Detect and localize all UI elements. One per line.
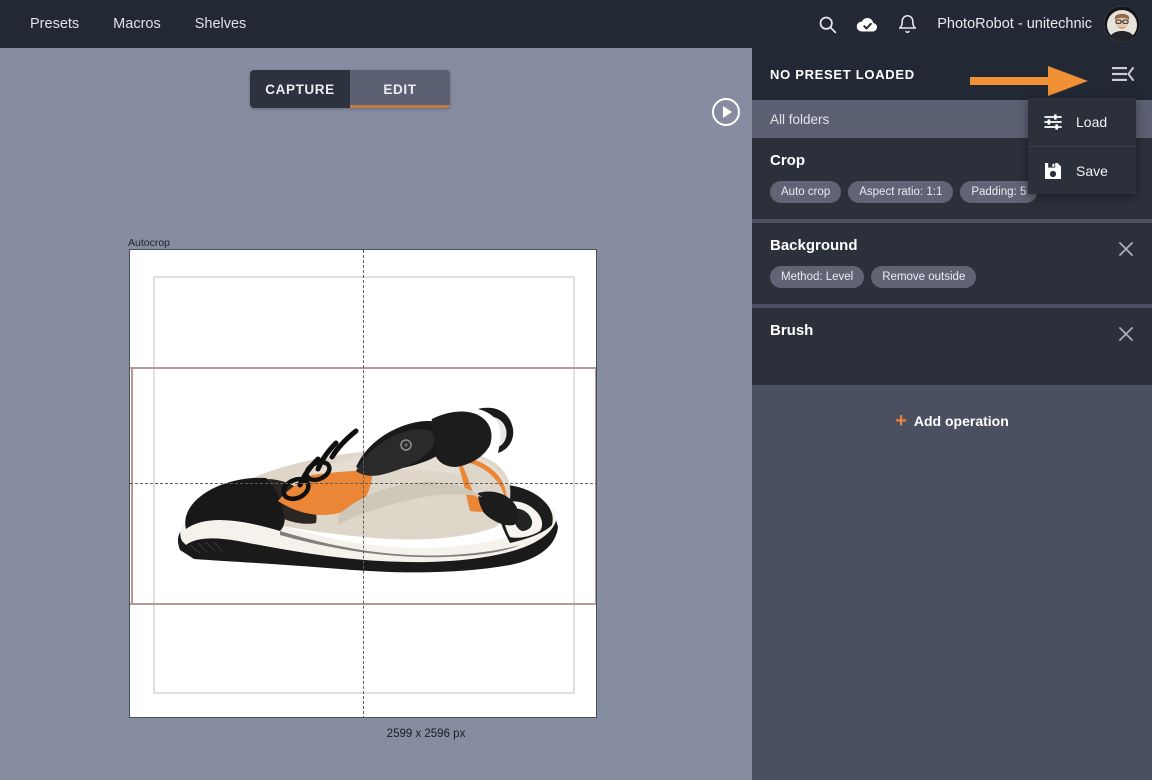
chip-remove-outside[interactable]: Remove outside: [871, 266, 976, 288]
menu-item-save[interactable]: Save: [1028, 146, 1136, 194]
plus-icon: +: [895, 411, 907, 431]
notifications-bell-icon[interactable]: [887, 4, 927, 44]
image-canvas: [130, 250, 596, 717]
chip-auto-crop[interactable]: Auto crop: [770, 181, 841, 203]
section-brush: Brush: [752, 308, 1152, 385]
top-bar-actions: PhotoRobot - unitechnic: [807, 0, 1140, 48]
add-operation-button[interactable]: + Add operation: [752, 389, 1152, 441]
nav-macros[interactable]: Macros: [101, 10, 173, 38]
image-dimensions-label: 2599 x 2596 px: [0, 728, 752, 740]
crop-boundary-top: [130, 367, 596, 369]
tab-capture[interactable]: CAPTURE: [250, 70, 350, 108]
tab-edit[interactable]: EDIT: [350, 70, 450, 108]
play-icon: [723, 106, 732, 118]
chip-padding[interactable]: Padding: 5: [960, 181, 1037, 203]
floppy-disk-save-icon: [1042, 160, 1064, 182]
section-background: Background Method: Level Remove outside: [752, 223, 1152, 304]
close-icon-brush[interactable]: [1116, 324, 1136, 344]
operations-panel: NO PRESET LOADED All folders Cr: [752, 48, 1152, 780]
cloud-check-icon[interactable]: [847, 4, 887, 44]
sneaker-product-photo: [160, 375, 570, 600]
account-name: PhotoRobot - unitechnic: [937, 16, 1092, 32]
add-operation-label: Add operation: [914, 413, 1009, 429]
canvas-area: CAPTURE EDIT Autocrop: [0, 48, 752, 780]
crop-boundary-left: [131, 367, 133, 605]
menu-item-save-label: Save: [1076, 163, 1108, 179]
chip-aspect-ratio[interactable]: Aspect ratio: 1:1: [848, 181, 953, 203]
preset-menu-dropdown: Load Save: [1028, 98, 1136, 194]
avatar[interactable]: [1104, 6, 1140, 42]
search-icon[interactable]: [807, 4, 847, 44]
play-button[interactable]: [712, 98, 740, 126]
app-root: Presets Macros Shelves: [0, 0, 1152, 780]
capture-edit-toggle: CAPTURE EDIT: [250, 70, 450, 108]
orange-pointer-arrow: [970, 64, 1090, 98]
panel-title: NO PRESET LOADED: [770, 67, 915, 82]
section-background-title: Background: [770, 237, 1134, 254]
image-dimensions-value: 2599 x 2596 px: [387, 728, 466, 740]
section-brush-title: Brush: [770, 322, 1134, 339]
nav-shelves[interactable]: Shelves: [183, 10, 259, 38]
menu-item-load-label: Load: [1076, 114, 1107, 130]
close-icon-background[interactable]: [1116, 239, 1136, 259]
top-navigation: Presets Macros Shelves: [18, 10, 268, 38]
image-preview-frame[interactable]: [129, 249, 597, 718]
nav-presets[interactable]: Presets: [18, 10, 91, 38]
chip-method-level[interactable]: Method: Level: [770, 266, 864, 288]
top-bar: Presets Macros Shelves: [0, 0, 1152, 48]
crop-boundary-bottom: [130, 603, 596, 605]
tune-sliders-icon: [1042, 111, 1064, 133]
all-folders-label: All folders: [770, 112, 829, 127]
autocrop-label: Autocrop: [128, 237, 170, 249]
panel-header: NO PRESET LOADED: [752, 48, 1152, 100]
menu-item-load[interactable]: Load: [1028, 98, 1136, 146]
section-background-chips: Method: Level Remove outside: [770, 266, 1134, 288]
menu-collapse-icon[interactable]: [1108, 60, 1138, 88]
crop-boundary-right: [595, 367, 596, 605]
